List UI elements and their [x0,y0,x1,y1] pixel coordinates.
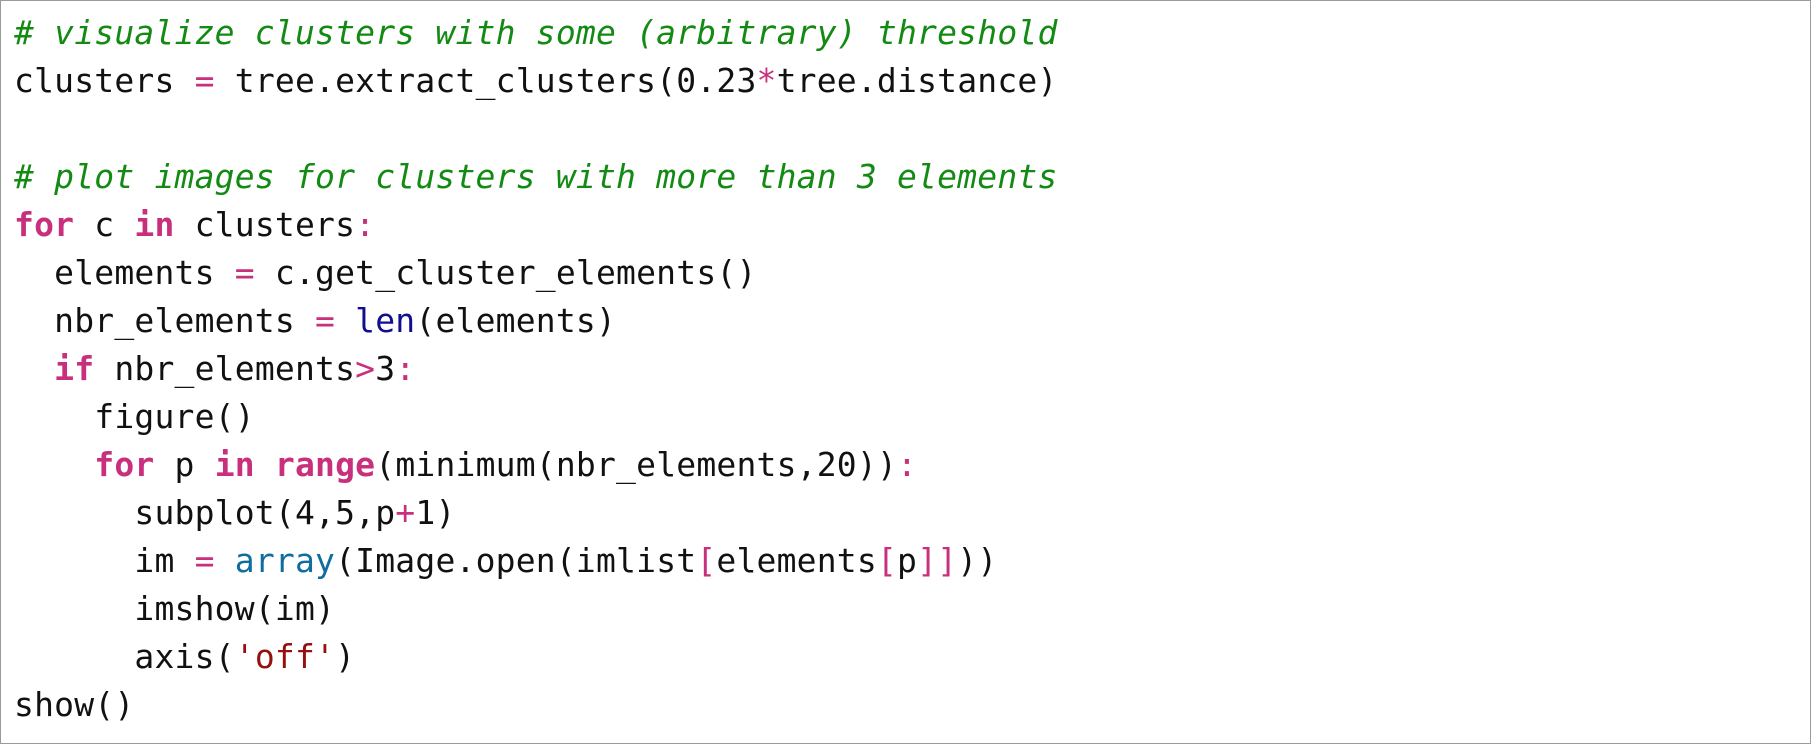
code-token-kw: if [54,349,95,388]
code-token-txt: (elements) [415,301,617,340]
code-token-txt: nbr_elements [14,301,316,340]
code-line: for c in clusters: [14,201,1058,249]
code-line: subplot(4,5,p+1) [14,489,1058,537]
code-token-kw: for [14,205,75,244]
code-token-txt: (minimum(nbr_elements,20)) [375,445,898,484]
code-token-txt: imshow(im) [14,589,336,628]
code-token-bi: len [355,301,416,340]
code-token-txt: 3 [375,349,396,388]
code-token-op: = [194,61,215,100]
code-token-txt: im [14,541,195,580]
code-line: axis('off') [14,633,1058,681]
code-token-txt: elements [716,541,877,580]
code-token-txt: tree.extract_clusters(0.23 [214,61,757,100]
code-token-cmt: # visualize clusters with some (arbitrar… [14,13,1058,52]
code-token-txt: clusters [174,205,356,244]
code-line: elements = c.get_cluster_elements() [14,249,1058,297]
code-line: show() [14,681,1058,729]
code-listing-frame: # visualize clusters with some (arbitrar… [0,0,1811,744]
code-token-txt: c [74,205,135,244]
code-token-kw: range [274,445,376,484]
code-block: # visualize clusters with some (arbitrar… [14,9,1058,729]
code-token-txt: figure() [14,397,255,436]
code-token-txt: tree.distance) [776,61,1058,100]
code-token-op: = [315,301,336,340]
code-line: im = array(Image.open(imlist[elements[p]… [14,537,1058,585]
code-token-op: : [395,349,416,388]
code-token-txt: show() [14,685,135,724]
code-token-op: = [194,541,215,580]
code-token-txt: 1) [415,493,456,532]
code-token-cmt: # plot images for clusters with more tha… [14,157,1058,196]
code-token-txt: axis( [14,637,235,676]
code-token-kw: for [94,445,155,484]
code-token-txt: nbr_elements [94,349,356,388]
code-token-str: 'off' [234,637,336,676]
code-line: figure() [14,393,1058,441]
code-token-txt: (Image.open(imlist [335,541,697,580]
code-line: nbr_elements = len(elements) [14,297,1058,345]
code-token-kw: in [214,445,255,484]
code-token-txt: elements [14,253,235,292]
code-token-op: + [395,493,416,532]
code-token-op: = [234,253,255,292]
code-token-txt: c.get_cluster_elements() [254,253,757,292]
code-line: imshow(im) [14,585,1058,633]
code-line: for p in range(minimum(nbr_elements,20))… [14,441,1058,489]
code-token-op: : [897,445,918,484]
code-token-txt: ) [335,637,356,676]
code-token-kw: in [134,205,175,244]
code-token-txt: p [154,445,215,484]
code-token-txt: clusters [14,61,195,100]
code-token-txt: p [897,541,918,580]
code-token-op: ]] [917,541,958,580]
code-token-op: [ [696,541,717,580]
code-token-fn: array [234,541,336,580]
code-token-op: : [355,205,376,244]
code-token-txt: subplot(4,5,p [14,493,396,532]
code-line: # visualize clusters with some (arbitrar… [14,9,1058,57]
code-line: if nbr_elements>3: [14,345,1058,393]
code-line: # plot images for clusters with more tha… [14,153,1058,201]
code-line: clusters = tree.extract_clusters(0.23*tr… [14,57,1058,105]
code-token-op: * [756,61,777,100]
code-token-txt: )) [957,541,998,580]
code-token-op: > [355,349,376,388]
code-token-op: [ [876,541,898,580]
